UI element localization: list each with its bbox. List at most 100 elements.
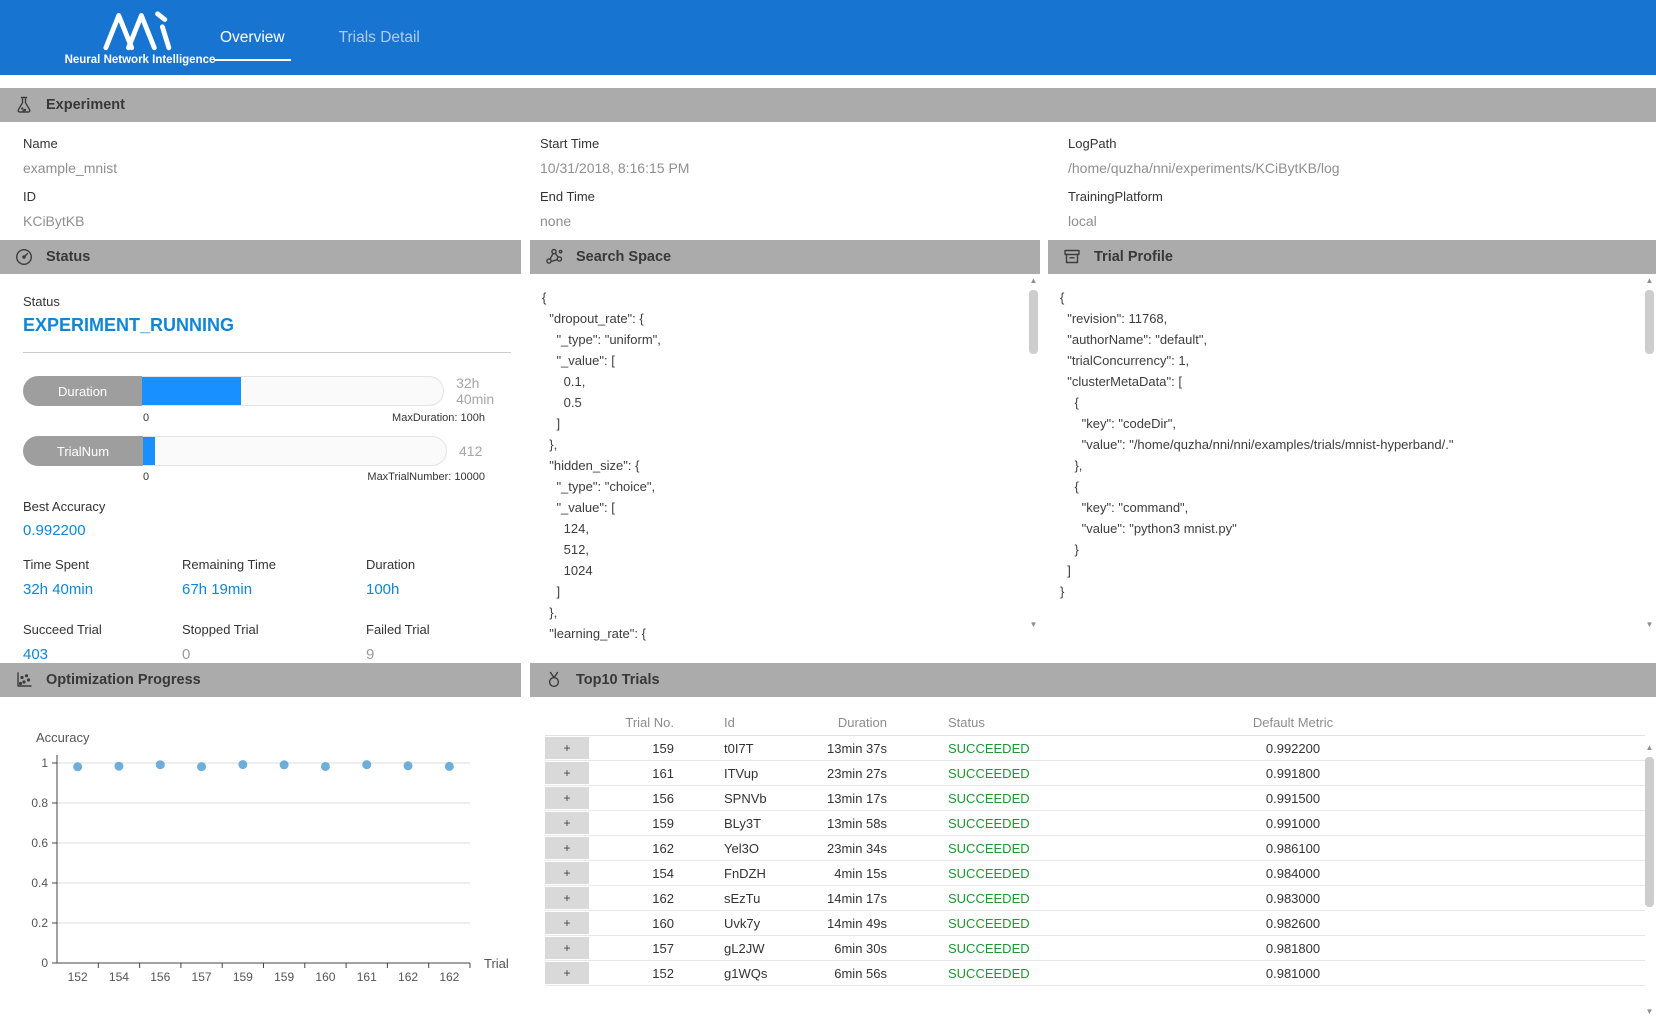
cell-duration: 4min 15s (819, 866, 939, 881)
scrollbar-thumb[interactable] (1645, 757, 1654, 907)
scrollbar-track[interactable] (1643, 754, 1656, 1005)
expand-row-button[interactable]: + (545, 912, 589, 934)
field-value-training-platform: local (1068, 213, 1656, 229)
cell-default-metric: 0.991000 (1039, 816, 1547, 831)
scroll-up-icon[interactable]: ▲ (1646, 741, 1654, 754)
top10-section-title: Top10 Trials (576, 672, 660, 688)
scroll-down-icon[interactable]: ▼ (1030, 618, 1038, 631)
field-label-logpath: LogPath (1068, 136, 1656, 151)
best-accuracy-label: Best Accuracy (23, 499, 521, 514)
scatter-chart-icon (14, 670, 34, 690)
expand-row-button[interactable]: + (545, 962, 589, 984)
cell-status: SUCCEEDED (939, 816, 1039, 831)
experiment-col-3: LogPath /home/quzha/nni/experiments/KCiB… (1068, 136, 1656, 240)
tab-trials-detail[interactable]: Trials Detail (335, 27, 424, 49)
table-row: + 162 Yel3O 23min 34s SUCCEEDED 0.986100 (545, 836, 1645, 861)
tab-overview[interactable]: Overview (216, 27, 289, 49)
scrollbar-thumb[interactable] (1645, 290, 1654, 354)
duration-progress-track (142, 376, 444, 406)
search-space-json[interactable]: { "dropout_rate": { "_type": "uniform", … (530, 274, 1027, 655)
status-section-header: Status (0, 240, 521, 274)
stat-remaining-time: Remaining Time 67h 19min (182, 557, 366, 598)
duration-progress-label: Duration (23, 376, 142, 406)
cell-status: SUCCEEDED (939, 916, 1039, 931)
cell-default-metric: 0.992200 (1039, 741, 1547, 756)
col-default-metric: Default Metric (1039, 715, 1547, 730)
expand-row-button[interactable]: + (545, 837, 589, 859)
svg-text:0.4: 0.4 (31, 876, 48, 890)
bottom-panels: Optimization Progress Accuracy00.20.40.6… (0, 663, 1656, 1030)
expand-row-button[interactable]: + (545, 862, 589, 884)
table-row: + 159 BLy3T 13min 58s SUCCEEDED 0.991000 (545, 811, 1645, 836)
stat-duration: Duration 100h (366, 557, 503, 598)
top10-trials-panel: Top10 Trials Trial No. Id Duration Statu… (530, 663, 1656, 1030)
table-row: + 152 g1WQs 6min 56s SUCCEEDED 0.981000 (545, 961, 1645, 986)
expand-row-button[interactable]: + (545, 937, 589, 959)
table-row: + 162 sEzTu 14min 17s SUCCEEDED 0.983000 (545, 886, 1645, 911)
field-label-end-time: End Time (540, 189, 1068, 204)
expand-row-button[interactable]: + (545, 887, 589, 909)
active-tab-underline (214, 59, 291, 61)
duration-max: MaxDuration: 100h (392, 412, 485, 424)
experiment-col-2: Start Time 10/31/2018, 8:16:15 PM End Ti… (540, 136, 1068, 240)
graph-icon (544, 247, 564, 267)
svg-text:152: 152 (68, 970, 88, 984)
cell-duration: 13min 58s (819, 816, 939, 831)
scrollbar-track[interactable] (1027, 287, 1040, 618)
optimization-chart[interactable]: Accuracy00.20.40.60.81152154156157159159… (0, 697, 521, 997)
tab-overview-label: Overview (220, 29, 285, 46)
field-value-end-time: none (540, 213, 1068, 229)
duration-progress-value: 32h 40min (456, 375, 521, 407)
scroll-up-icon[interactable]: ▲ (1646, 274, 1654, 287)
scroll-up-icon[interactable]: ▲ (1030, 274, 1038, 287)
cell-default-metric: 0.984000 (1039, 866, 1547, 881)
best-accuracy-value: 0.992200 (23, 522, 521, 539)
scroll-down-icon[interactable]: ▼ (1646, 1005, 1654, 1018)
stat-value: 32h 40min (23, 581, 182, 598)
svg-text:0.2: 0.2 (31, 916, 48, 930)
experiment-section-header: Experiment (0, 88, 1656, 122)
nni-logo-icon (101, 9, 179, 51)
nni-logo[interactable]: Neural Network Intelligence (64, 9, 216, 66)
cell-id: Uvk7y (689, 916, 819, 931)
duration-progress: Duration 32h 40min (23, 375, 521, 407)
cell-default-metric: 0.986100 (1039, 841, 1547, 856)
experiment-col-1: Name example_mnist ID KCiBytKB (23, 136, 540, 240)
field-value-logpath: /home/quzha/nni/experiments/KCiBytKB/log (1068, 160, 1656, 176)
field-value-id: KCiBytKB (23, 213, 540, 229)
tab-trials-detail-label: Trials Detail (339, 29, 420, 46)
expand-row-button[interactable]: + (545, 787, 589, 809)
scrollbar-track[interactable] (1643, 287, 1656, 618)
cell-status: SUCCEEDED (939, 766, 1039, 781)
search-space-scrollbar: ▲ ▼ (1027, 274, 1040, 631)
expand-row-button[interactable]: + (545, 737, 589, 759)
trialnum-progress: TrialNum 412 (23, 436, 521, 466)
expand-row-button[interactable]: + (545, 762, 589, 784)
scrollbar-thumb[interactable] (1029, 290, 1038, 354)
scroll-down-icon[interactable]: ▼ (1646, 618, 1654, 631)
cell-trial-no: 161 (589, 766, 689, 781)
cell-duration: 13min 37s (819, 741, 939, 756)
cell-status: SUCCEEDED (939, 791, 1039, 806)
cell-id: sEzTu (689, 891, 819, 906)
duration-min: 0 (143, 412, 149, 424)
cell-trial-no: 159 (589, 741, 689, 756)
trial-profile-json[interactable]: { "revision": 11768, "authorName": "defa… (1048, 274, 1643, 655)
divider (23, 352, 511, 353)
status-value: EXPERIMENT_RUNNING (23, 315, 521, 336)
field-label-start-time: Start Time (540, 136, 1068, 151)
top10-table: Trial No. Id Duration Status Default Met… (545, 709, 1645, 986)
medal-icon (544, 670, 564, 690)
flask-icon (14, 95, 34, 115)
status-label: Status (23, 294, 521, 309)
cell-duration: 23min 27s (819, 766, 939, 781)
status-content: Status EXPERIMENT_RUNNING Duration 32h 4… (0, 294, 521, 663)
cell-duration: 14min 17s (819, 891, 939, 906)
expand-row-button[interactable]: + (545, 812, 589, 834)
cell-status: SUCCEEDED (939, 891, 1039, 906)
svg-text:159: 159 (274, 970, 294, 984)
field-label-id: ID (23, 189, 540, 204)
stat-label: Stopped Trial (182, 622, 366, 637)
cell-status: SUCCEEDED (939, 741, 1039, 756)
svg-text:Accuracy: Accuracy (36, 730, 90, 745)
